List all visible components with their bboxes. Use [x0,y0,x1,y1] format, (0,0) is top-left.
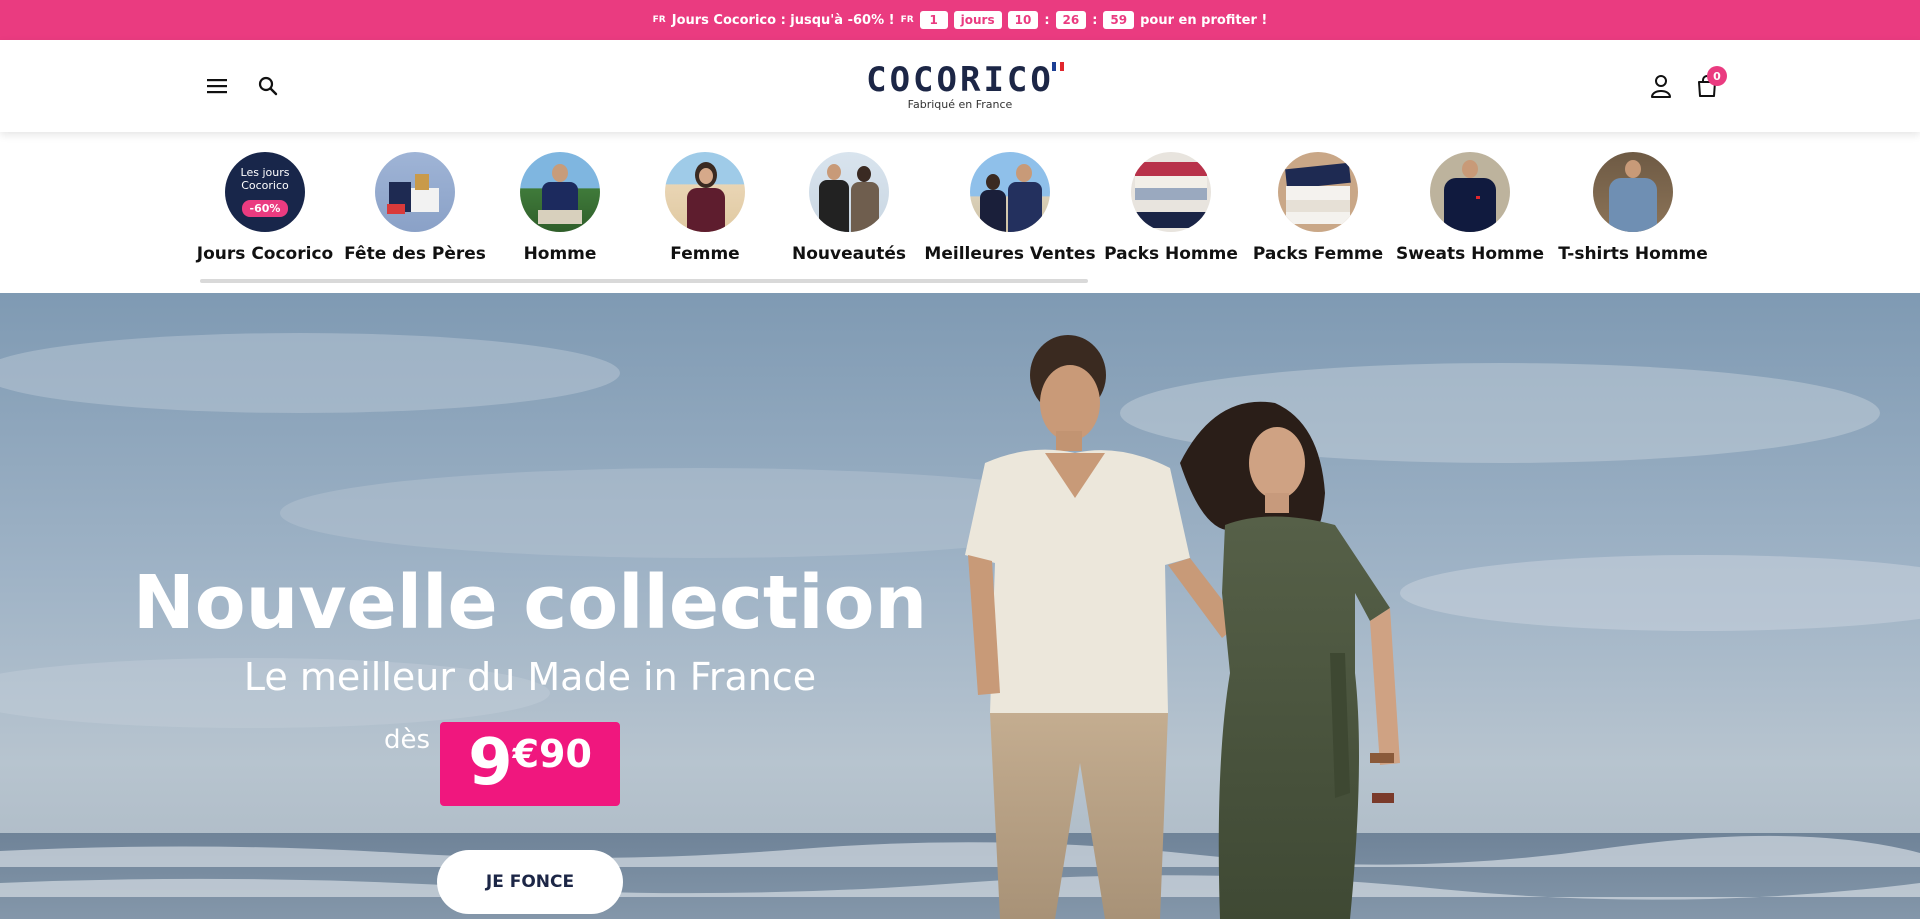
category-femme[interactable]: Femme [655,152,755,264]
category-thumbnail [1593,152,1673,232]
category-thumbnail: Les jours Cocorico -60% [225,152,305,232]
cart-count-badge[interactable]: 0 [1707,66,1727,86]
category-thumbnail [375,152,455,232]
category-jours-cocorico[interactable]: Les jours Cocorico -60% Jours Cocorico [196,152,334,264]
category-homme[interactable]: Homme [510,152,610,264]
category-sweats-homme[interactable]: Sweats Homme [1396,152,1544,264]
promo-flag-left: FR [652,15,666,25]
site-header: COCORICO Fabriqué en France [0,40,1920,132]
hero-title: Nouvelle collection [132,560,928,646]
countdown-days-label: jours [953,11,1002,29]
french-flag-icon [1051,62,1064,71]
menu-button[interactable] [201,70,233,102]
badge-discount: -60% [242,200,288,217]
category-nav: Les jours Cocorico -60% Jours Cocorico F… [0,132,1920,293]
countdown-minutes: 26 [1055,11,1087,29]
search-button[interactable] [252,70,284,102]
promo-text: Jours Cocorico : jusqu'à -60% ! [671,12,895,28]
category-nouveautes[interactable]: Nouveautés [789,152,909,264]
countdown-days: 1 [919,11,948,29]
countdown-separator: : [1044,12,1050,28]
countdown-hours: 10 [1007,11,1039,29]
category-label: Meilleures Ventes [924,244,1096,264]
logo-wordmark: COCORICO [866,60,1054,100]
price-rest: €90 [512,732,592,776]
category-label: Homme [523,244,597,264]
category-thumbnail [1430,152,1510,232]
category-label: Sweats Homme [1396,244,1544,264]
hero-price-prefix: dès [384,725,431,755]
hero-banner: Nouvelle collection Le meilleur du Made … [0,293,1920,919]
category-label: Femme [670,244,740,264]
category-label: Nouveautés [792,244,906,264]
badge-line: Les jours [240,166,290,179]
category-fete-des-peres[interactable]: Fête des Pères [344,152,486,264]
promo-bar[interactable]: FR Jours Cocorico : jusqu'à -60% ! FR 1 … [0,0,1920,40]
price-main: 9 [468,726,513,800]
category-thumbnail [1131,152,1211,232]
category-label: T-shirts Homme [1558,244,1708,264]
category-label: Packs Femme [1252,244,1384,264]
category-thumbnail [970,152,1050,232]
category-label: Packs Homme [1104,244,1238,264]
logo[interactable]: COCORICO Fabriqué en France [860,60,1064,111]
hero-price-badge: 9 €90 [440,722,620,806]
cta-button[interactable]: JE FONCE [437,850,623,914]
category-scrollbar[interactable] [200,279,1088,283]
category-tshirts-homme[interactable]: T-shirts Homme [1553,152,1713,264]
promo-suffix: pour en profiter ! [1140,12,1268,28]
category-thumbnail [1278,152,1358,232]
category-label: Jours Cocorico [196,244,334,264]
account-button[interactable] [1645,70,1677,102]
search-icon [258,76,278,96]
category-packs-femme[interactable]: Packs Femme [1253,152,1383,264]
countdown-separator: : [1092,12,1098,28]
category-label: Fête des Pères [344,244,486,264]
hero-subtitle: Le meilleur du Made in France [243,655,817,699]
category-thumbnail [665,152,745,232]
countdown-seconds: 59 [1103,11,1135,29]
user-icon [1651,75,1671,98]
menu-icon [207,79,227,94]
category-thumbnail [520,152,600,232]
category-thumbnail [809,152,889,232]
category-meilleures-ventes[interactable]: Meilleures Ventes [924,152,1096,264]
category-packs-homme[interactable]: Packs Homme [1104,152,1238,264]
promo-flag-right: FR [900,15,914,25]
badge-line: Cocorico [241,179,289,192]
